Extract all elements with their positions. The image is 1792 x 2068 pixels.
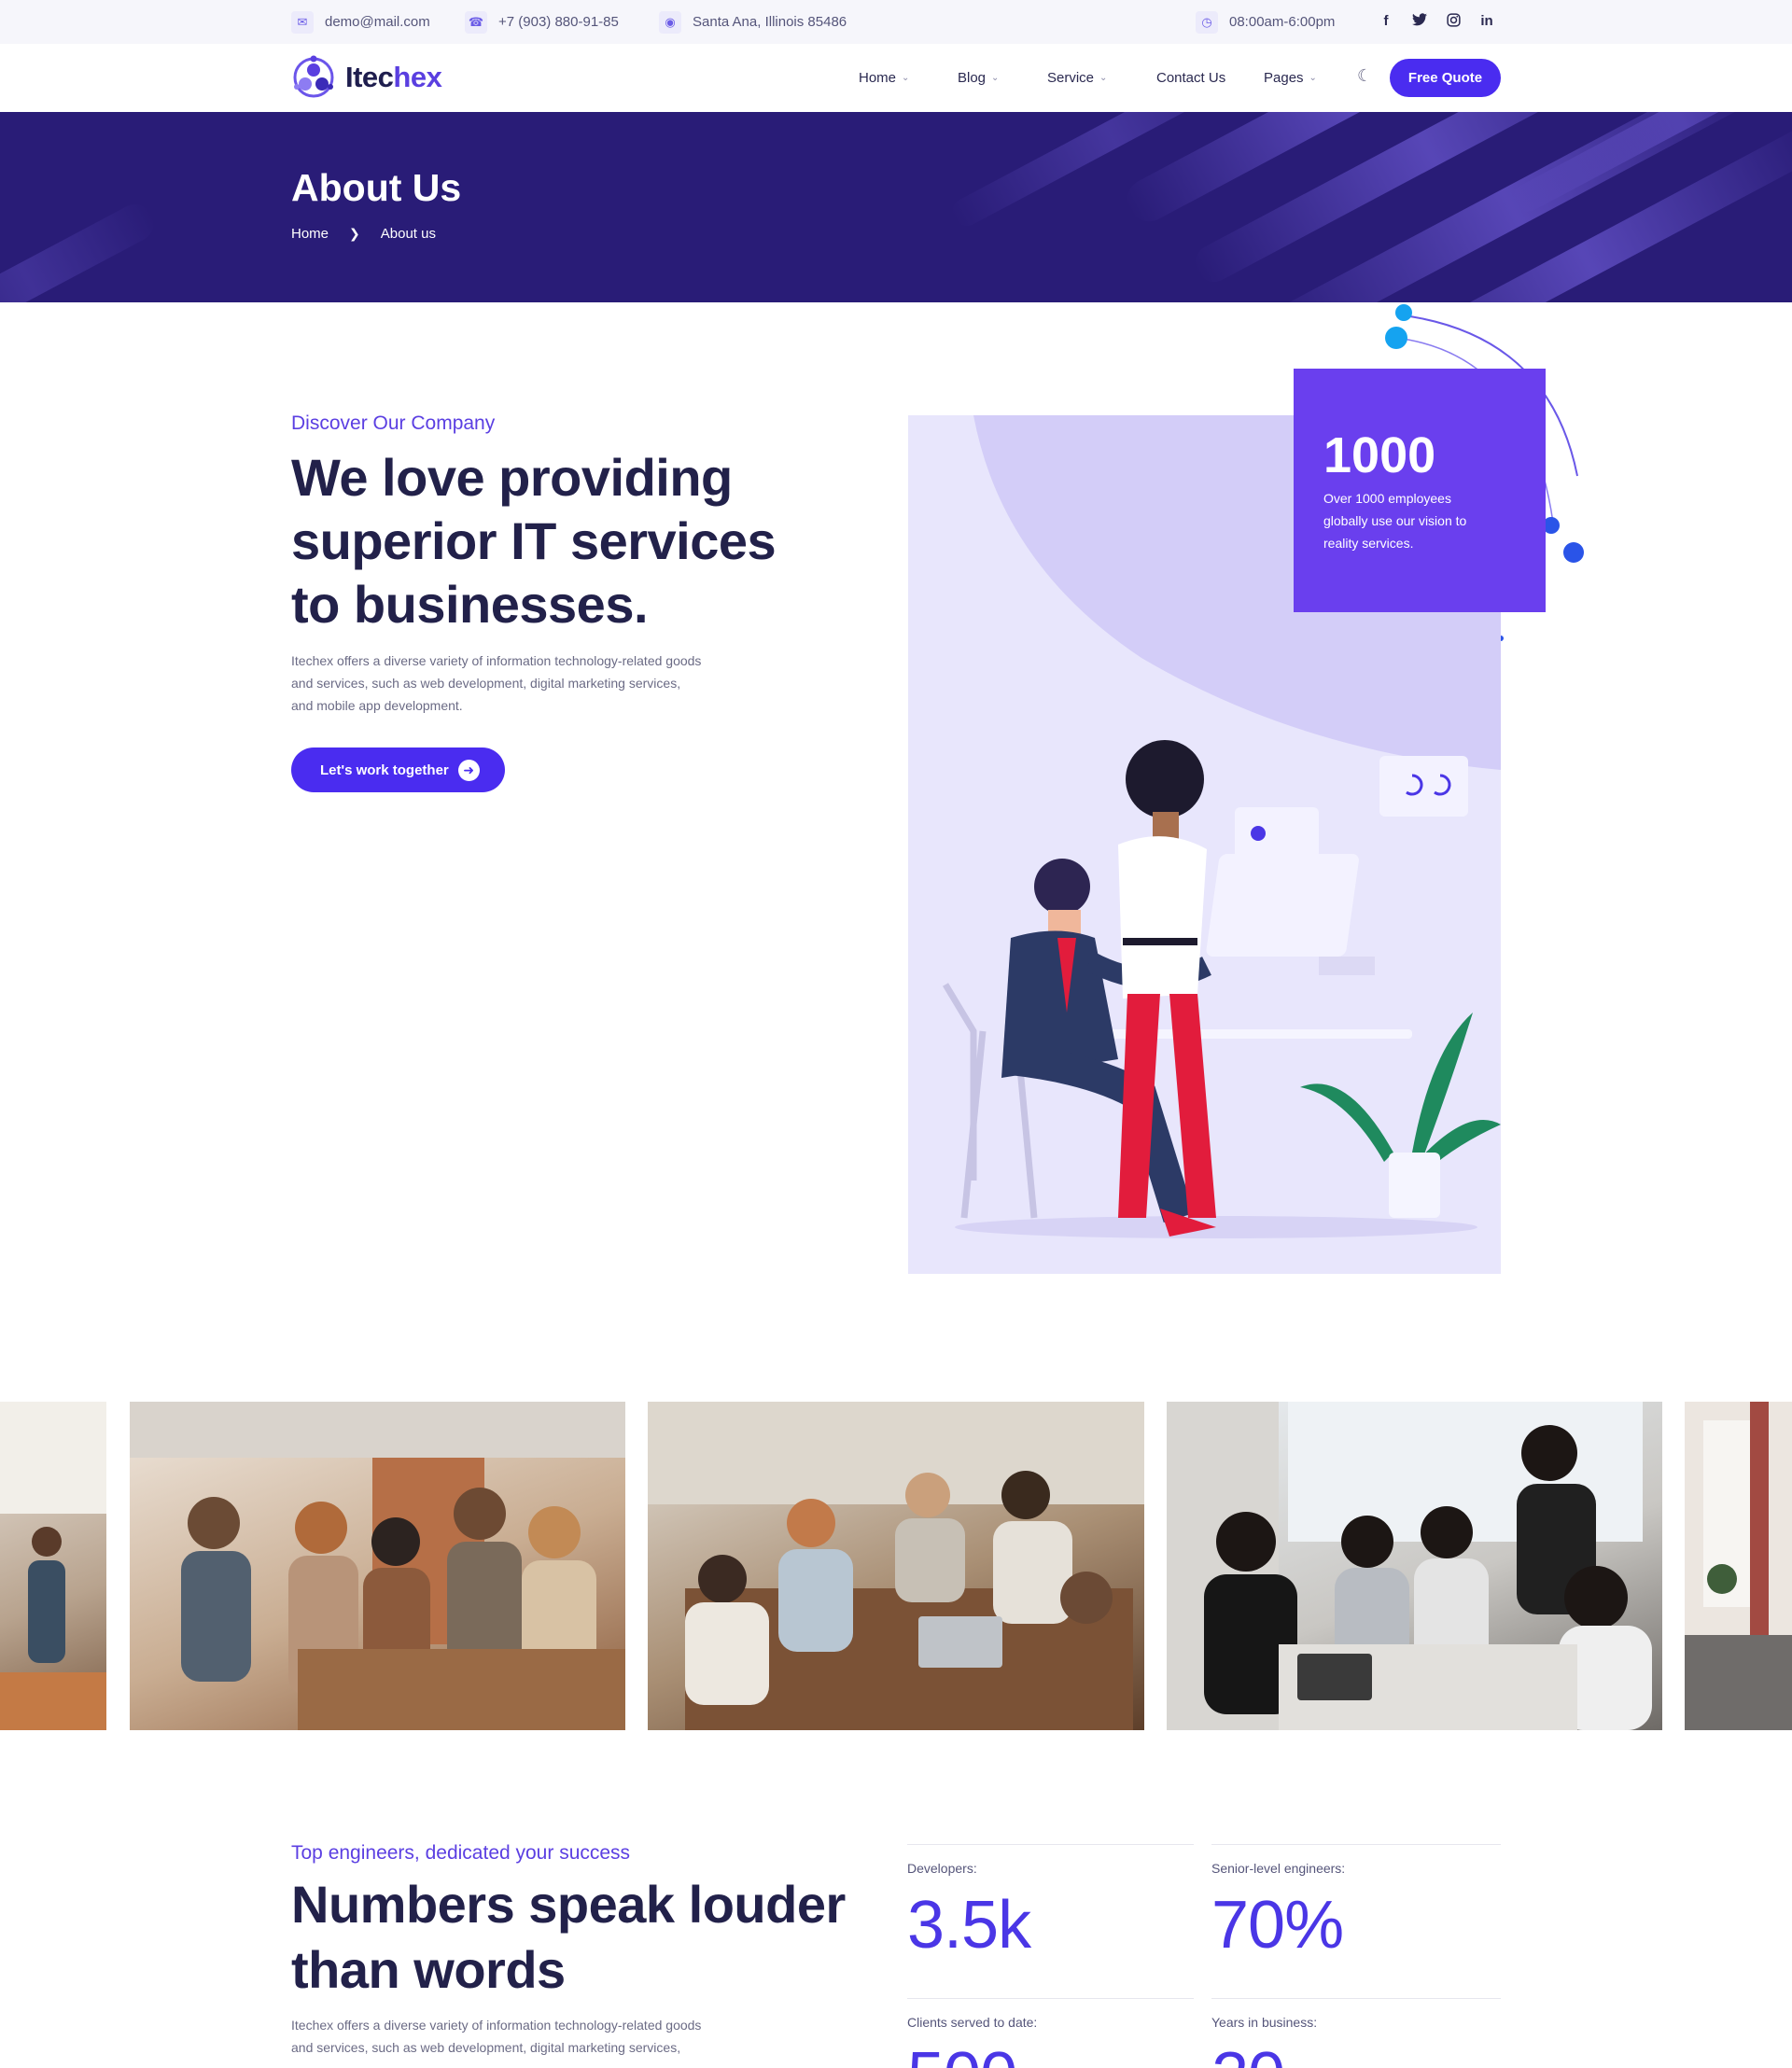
nav-service[interactable]: Service ⌄ [1047, 44, 1107, 112]
nav-blog[interactable]: Blog ⌄ [958, 44, 999, 112]
chevron-right-icon: ❯ [349, 226, 360, 241]
stat-description-line: Over 1000 employees [1323, 491, 1451, 506]
about-paragraph-line: and mobile app development. [291, 698, 463, 713]
breadcrumb-home[interactable]: Home [291, 226, 329, 242]
stat-description-line: reality services. [1323, 536, 1414, 551]
page-title: About Us [291, 166, 462, 209]
metric-label: Clients served to date: [907, 2015, 1038, 2030]
linkedin-icon[interactable]: in [1477, 13, 1496, 29]
lets-work-together-button[interactable]: Let's work together ➜ [291, 748, 505, 792]
stat-description: Over 1000 employees globally use our vis… [1323, 487, 1519, 554]
about-heading: We love providing superior IT services t… [291, 446, 777, 636]
logo[interactable]: Itechex [291, 55, 442, 100]
employees-stat-card: 1000 Over 1000 employees globally use ou… [1294, 369, 1546, 612]
chevron-down-icon: ⌄ [902, 73, 910, 83]
banner-stripe [0, 197, 161, 302]
topbar-phone[interactable]: ☎ +7 (903) 880-91-85 [465, 0, 619, 44]
facebook-icon[interactable]: f [1377, 13, 1395, 29]
team-photo-image [648, 1402, 1144, 1730]
stat-number: 1000 [1323, 427, 1436, 483]
logo-text-accent: hex [393, 61, 442, 93]
cta-label: Let's work together [320, 762, 449, 778]
topbar-email-text: demo@mail.com [325, 14, 430, 30]
nav-pages-label: Pages [1264, 70, 1304, 86]
free-quote-button[interactable]: Free Quote [1390, 59, 1501, 97]
topbar-phone-text: +7 (903) 880-91-85 [498, 14, 619, 30]
topbar-address-text: Santa Ana, Illinois 85486 [693, 14, 847, 30]
about-paragraph-line: Itechex offers a diverse variety of info… [291, 653, 702, 668]
instagram-icon[interactable] [1444, 13, 1463, 31]
metric-value: 500 [907, 2038, 1017, 2068]
nav-contact-label: Contact Us [1156, 70, 1226, 86]
numbers-eyebrow: Top engineers, dedicated your success [291, 1842, 631, 1864]
metric-label: Years in business: [1211, 2015, 1318, 2030]
topbar-hours-text: 08:00am-6:00pm [1229, 14, 1336, 30]
site-header: Itechex Home ⌄ Blog ⌄ Service ⌄ Contact Us … [0, 44, 1792, 112]
about-paragraph: Itechex offers a diverse variety of info… [291, 650, 701, 717]
numbers-paragraph-line: and services, such as web development, d… [291, 2040, 681, 2055]
topbar-hours: ◷ 08:00am-6:00pm [1196, 0, 1335, 44]
stat-description-line: globally use our vision to [1323, 513, 1467, 528]
metric-divider [1211, 1844, 1501, 1845]
mail-icon: ✉ [291, 10, 314, 34]
metric-label: Senior-level engineers: [1211, 1861, 1346, 1876]
chevron-down-icon: ⌄ [1309, 73, 1317, 83]
team-photo-image [0, 1402, 106, 1730]
breadcrumb-current: About us [380, 226, 436, 242]
metric-value: 3.5k [907, 1888, 1031, 1963]
nav-blog-label: Blog [958, 70, 987, 86]
arrow-right-icon: ➜ [457, 759, 480, 781]
metric-value: 20 [1211, 2038, 1285, 2068]
about-paragraph-line: and services, such as web development, d… [291, 676, 681, 691]
nav-home-label: Home [859, 70, 897, 86]
breadcrumb: Home ❯ About us [291, 226, 436, 242]
logo-text: Itec [345, 61, 394, 93]
location-pin-icon: ◉ [659, 10, 681, 34]
page: ✉ demo@mail.com ☎ +7 (903) 880-91-85 ◉ S… [0, 0, 1792, 2068]
clock-icon: ◷ [1196, 10, 1218, 34]
dark-mode-moon-icon[interactable]: ☾ [1357, 66, 1372, 86]
nav-home[interactable]: Home ⌄ [859, 44, 909, 112]
page-banner: About Us Home ❯ About us [0, 112, 1792, 302]
team-photo [1167, 1402, 1662, 1730]
team-photo [130, 1402, 625, 1730]
team-photo-image [1167, 1402, 1652, 1730]
numbers-heading-line: Numbers speak louder [291, 1875, 846, 1934]
metric-divider [907, 1844, 1194, 1845]
about-heading-line: superior IT services [291, 511, 777, 570]
numbers-heading: Numbers speak louder than words [291, 1872, 846, 2003]
topbar-email[interactable]: ✉ demo@mail.com [291, 0, 430, 44]
logo-mark-icon [291, 55, 336, 100]
team-photo [648, 1402, 1144, 1730]
nav-contact[interactable]: Contact Us [1156, 44, 1225, 112]
about-heading-line: We love providing [291, 448, 733, 507]
numbers-paragraph-line: Itechex offers a diverse variety of info… [291, 2018, 702, 2033]
phone-icon: ☎ [465, 10, 487, 34]
chevron-down-icon: ⌄ [991, 73, 1000, 83]
metric-divider [907, 1998, 1194, 1999]
team-photo-image [130, 1402, 625, 1730]
metric-label: Developers: [907, 1861, 977, 1876]
top-bar: ✉ demo@mail.com ☎ +7 (903) 880-91-85 ◉ S… [0, 0, 1792, 44]
team-photo [0, 1402, 106, 1730]
numbers-paragraph: Itechex offers a diverse variety of info… [291, 2014, 701, 2059]
chevron-down-icon: ⌄ [1099, 73, 1108, 83]
nav-service-label: Service [1047, 70, 1095, 86]
nav-pages[interactable]: Pages ⌄ [1264, 44, 1317, 112]
numbers-heading-line: than words [291, 1940, 566, 1999]
team-photo-image [1685, 1402, 1792, 1730]
metric-value: 70% [1211, 1888, 1344, 1963]
about-heading-line: to businesses. [291, 575, 649, 634]
metric-divider [1211, 1998, 1501, 1999]
team-photo [1685, 1402, 1792, 1730]
about-eyebrow: Discover Our Company [291, 412, 496, 434]
twitter-icon[interactable] [1410, 13, 1429, 30]
topbar-address: ◉ Santa Ana, Illinois 85486 [659, 0, 847, 44]
